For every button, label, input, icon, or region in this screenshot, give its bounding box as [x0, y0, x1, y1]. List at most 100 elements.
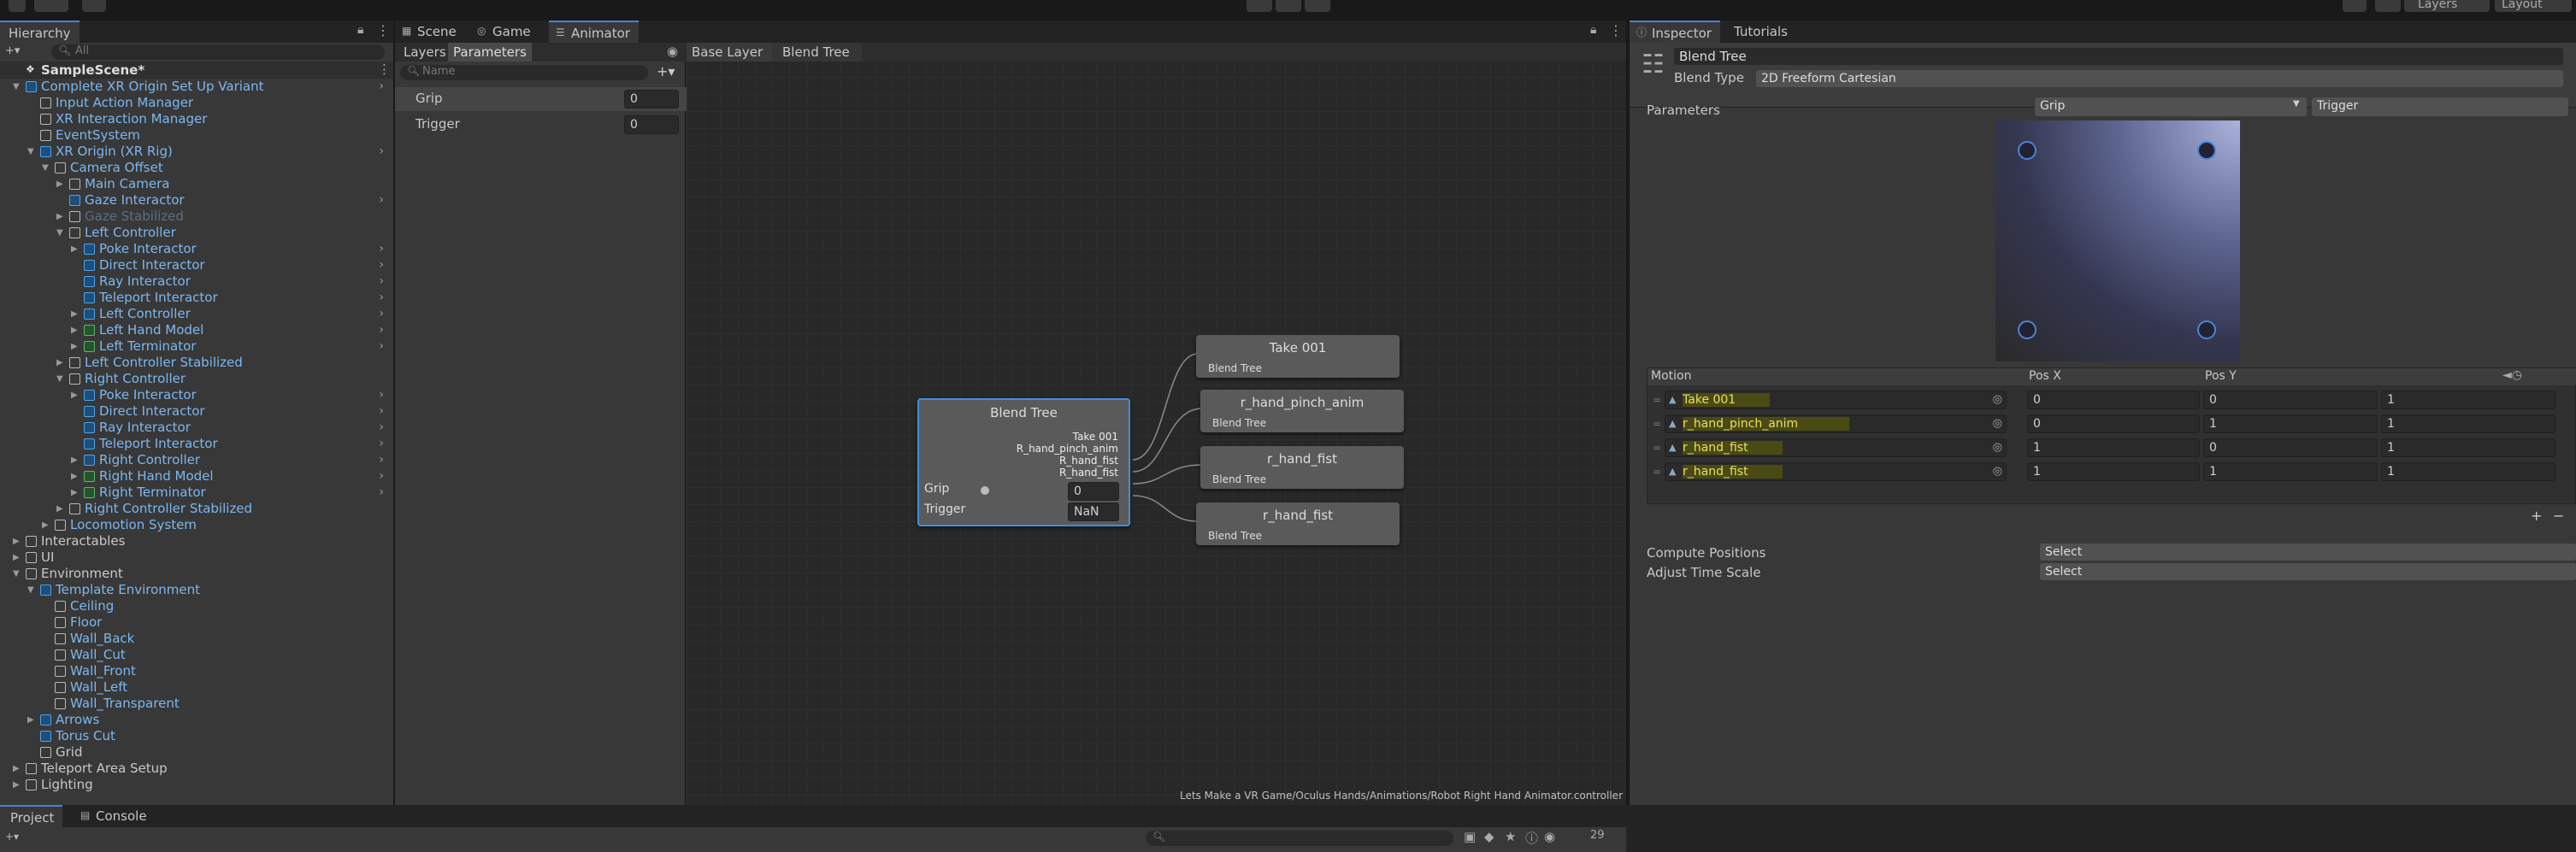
hierarchy-item[interactable]: ▶ Right Controller › — [0, 452, 389, 468]
hierarchy-item[interactable]: ▶ Right Hand Model › — [0, 468, 389, 485]
eye-icon[interactable]: ◉ — [667, 44, 678, 59]
expand-closed-icon[interactable]: ▶ — [13, 533, 21, 549]
hierarchy-item[interactable]: ▶ Gaze Stabilized — [0, 209, 389, 225]
chevron-right-icon[interactable]: › — [379, 387, 384, 403]
blend-point-pinch[interactable] — [2197, 141, 2216, 160]
expand-closed-icon[interactable]: ▶ — [56, 209, 65, 225]
hierarchy-item[interactable]: Floor — [0, 614, 389, 631]
expand-open-icon[interactable]: ▼ — [27, 144, 36, 160]
step-button[interactable] — [1305, 0, 1330, 12]
hierarchy-item[interactable]: ▶ Poke Interactor › — [0, 241, 389, 257]
chevron-right-icon[interactable]: › — [379, 306, 384, 322]
hierarchy-item[interactable]: Torus Cut — [0, 728, 389, 744]
parameter-value-field[interactable]: 0 — [624, 90, 679, 109]
chevron-right-icon[interactable]: › — [379, 192, 384, 209]
motion-field[interactable]: ▲ r_hand_fist ◎ — [1665, 438, 2007, 457]
hierarchy-item[interactable]: ▼ Complete XR Origin Set Up Variant › — [0, 79, 389, 95]
expand-closed-icon[interactable]: ▶ — [56, 176, 65, 192]
hierarchy-item[interactable]: ▼ Environment — [0, 566, 389, 582]
parameter-row[interactable]: Trigger 0 — [395, 113, 701, 137]
node-grip-field[interactable]: 0 — [1068, 482, 1119, 501]
motion-field[interactable]: ▲ Take 001 ◎ — [1665, 391, 2007, 409]
label-icon[interactable]: ◆ — [1484, 829, 1494, 844]
tab-inspector[interactable]: ⓘ Inspector — [1630, 21, 1720, 44]
project-search-input[interactable]: 🔍︎ — [1146, 831, 1453, 846]
hierarchy-item[interactable]: ▶ Locomotion System — [0, 517, 389, 533]
add-dropdown[interactable]: +▾ — [5, 44, 20, 57]
expand-closed-icon[interactable]: ▶ — [13, 777, 21, 793]
expand-closed-icon[interactable]: ▶ — [13, 549, 21, 566]
hierarchy-item[interactable]: Ray Interactor › — [0, 273, 389, 290]
expand-open-icon[interactable]: ▼ — [27, 582, 36, 598]
child-node-pinch[interactable]: r_hand_pinch_anim Blend Tree — [1200, 390, 1404, 432]
chevron-right-icon[interactable]: › — [379, 290, 384, 306]
hierarchy-item[interactable]: ▶ Left Terminator › — [0, 338, 389, 355]
motion-y-field[interactable]: 1 — [2203, 462, 2378, 481]
expand-closed-icon[interactable]: ▶ — [56, 501, 65, 517]
cloud-button[interactable] — [34, 0, 68, 12]
chevron-right-icon[interactable]: › — [379, 257, 384, 273]
expand-closed-icon[interactable]: ▶ — [71, 452, 80, 468]
chevron-right-icon[interactable]: › — [379, 79, 384, 95]
chevron-right-icon[interactable]: › — [379, 452, 384, 468]
layers-dropdown[interactable]: Layers — [2404, 0, 2490, 12]
expand-closed-icon[interactable]: ▶ — [13, 761, 21, 777]
hierarchy-item[interactable]: Ray Interactor › — [0, 420, 389, 436]
hierarchy-item[interactable]: ▶ Lighting — [0, 777, 389, 793]
blend-type-dropdown[interactable]: 2D Freeform Cartesian — [1756, 70, 2563, 87]
drag-handle-icon[interactable]: = — [1653, 418, 1661, 430]
chevron-right-icon[interactable]: › — [379, 241, 384, 257]
scene-menu-icon[interactable]: ⋮ — [378, 62, 391, 77]
account-button[interactable] — [9, 0, 26, 12]
tab-hierarchy[interactable]: Hierarchy — [0, 21, 80, 44]
object-picker-icon[interactable]: ◎ — [1993, 463, 2002, 480]
lock-icon[interactable]: 🔒︎ — [1590, 23, 1596, 37]
more-menu-icon[interactable]: ⋮ — [376, 22, 390, 38]
expand-closed-icon[interactable]: ▶ — [71, 322, 80, 338]
hierarchy-item[interactable]: Wall_Left — [0, 679, 389, 696]
tab-tutorials[interactable]: Tutorials — [1724, 21, 1796, 43]
lock-icon[interactable]: 🔒︎ — [357, 23, 363, 37]
hierarchy-item[interactable]: Direct Interactor › — [0, 403, 389, 420]
motion-speed-field[interactable]: 1 — [2381, 462, 2555, 481]
chevron-right-icon[interactable]: › — [379, 338, 384, 355]
animator-graph[interactable]: Base Layer Blend Tree Blend Tree Take 00… — [687, 43, 1626, 805]
object-picker-icon[interactable]: ◎ — [1993, 439, 2002, 456]
adjust-time-scale-dropdown[interactable]: Select — [2040, 563, 2576, 580]
hierarchy-item[interactable]: ▼ Camera Offset — [0, 160, 389, 176]
hierarchy-item[interactable]: ▼ Left Controller — [0, 225, 389, 241]
motion-y-field[interactable]: 0 — [2203, 438, 2378, 457]
object-picker-icon[interactable]: ◎ — [1993, 391, 2002, 408]
star-icon[interactable]: ★ — [1505, 829, 1516, 844]
child-node-take-001[interactable]: Take 001 Blend Tree — [1196, 335, 1400, 378]
hierarchy-item[interactable]: ▶ Left Controller › — [0, 306, 389, 322]
drag-handle-icon[interactable]: = — [1653, 466, 1661, 478]
collab-button[interactable] — [82, 0, 106, 12]
hierarchy-item[interactable]: Teleport Interactor › — [0, 290, 389, 306]
hierarchy-item[interactable]: ▶ Main Camera — [0, 176, 389, 192]
remove-motion-button[interactable]: − — [2553, 508, 2564, 524]
eye-icon[interactable]: ◉ — [1544, 829, 1555, 844]
search-button[interactable] — [2375, 0, 2401, 12]
scene-row[interactable]: ❖ SampleScene* ⋮ — [0, 62, 393, 79]
hierarchy-item[interactable]: Wall_Back — [0, 631, 389, 647]
info-icon[interactable]: ⓘ — [1525, 829, 1538, 847]
hierarchy-item[interactable]: ▶ Left Controller Stabilized — [0, 355, 389, 371]
expand-closed-icon[interactable]: ▶ — [71, 241, 80, 257]
hierarchy-item[interactable]: Direct Interactor › — [0, 257, 389, 273]
chevron-right-icon[interactable]: › — [379, 403, 384, 420]
node-trigger-field[interactable]: NaN — [1068, 502, 1119, 521]
child-node-fist-2[interactable]: r_hand_fist Blend Tree — [1196, 502, 1400, 545]
hierarchy-item[interactable]: ▶ Left Hand Model › — [0, 322, 389, 338]
hierarchy-item[interactable]: ▼ Template Environment — [0, 582, 389, 598]
drag-handle-icon[interactable]: = — [1653, 394, 1661, 406]
tab-layers[interactable]: Layers — [398, 43, 451, 62]
hierarchy-item[interactable]: XR Interaction Manager — [0, 111, 389, 127]
expand-closed-icon[interactable]: ▶ — [71, 387, 80, 403]
motion-y-field[interactable]: 0 — [2203, 391, 2378, 409]
motion-x-field[interactable]: 0 — [2027, 391, 2200, 409]
chevron-right-icon[interactable]: › — [379, 273, 384, 290]
hierarchy-item[interactable]: ▼ XR Origin (XR Rig) › — [0, 144, 389, 160]
play-button[interactable] — [1247, 0, 1272, 12]
parameter-value-field[interactable]: 0 — [624, 115, 679, 134]
